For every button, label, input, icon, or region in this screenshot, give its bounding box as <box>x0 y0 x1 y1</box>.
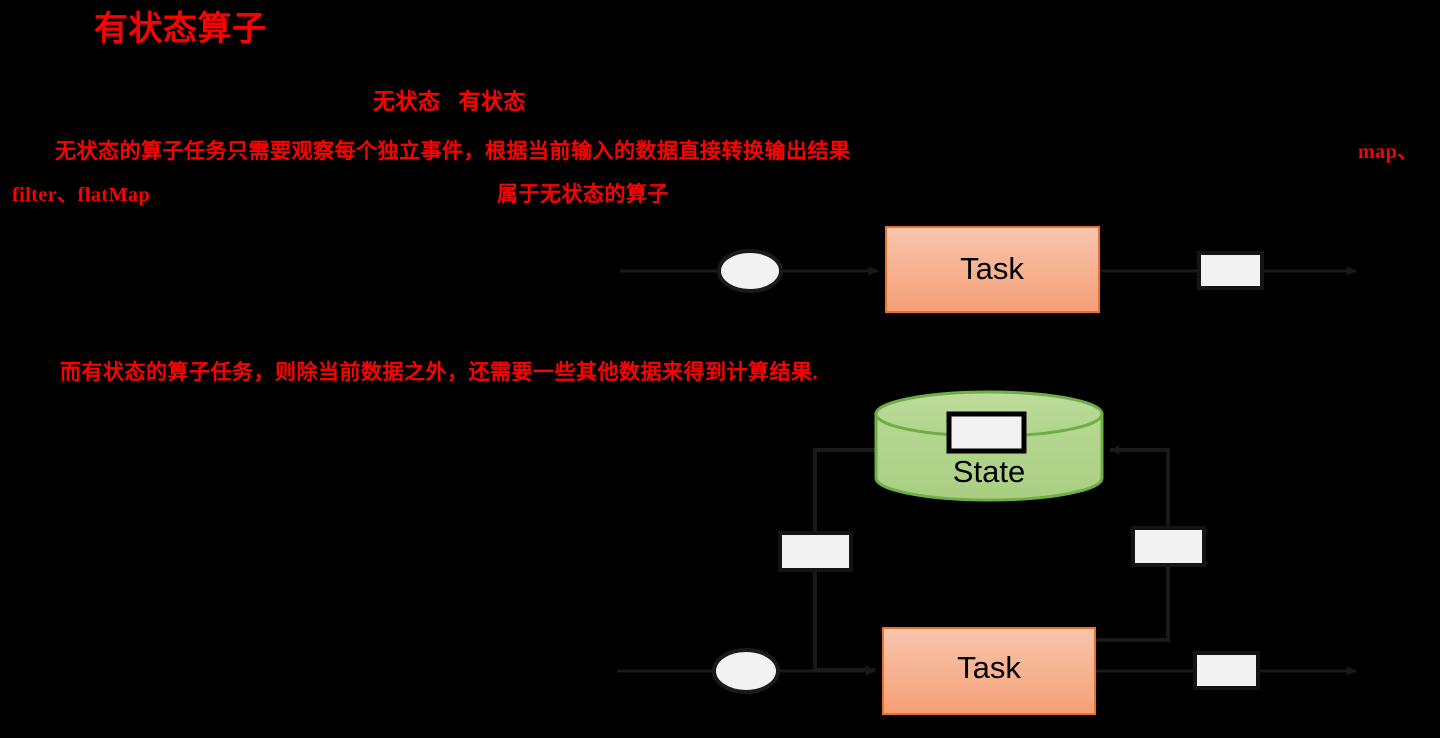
edge-task-to-state <box>1095 445 1170 642</box>
state-read-badge <box>778 531 853 572</box>
stateless-description-line-1: 无状态的算子任务只需要观察每个独立事件，根据当前输入的数据直接转换输出结果 <box>55 139 851 163</box>
stateless-output-box <box>1197 251 1264 290</box>
stateless-task-label: Task <box>960 251 1024 286</box>
stateful-output-box <box>1193 651 1260 690</box>
stateless-source-ellipse <box>717 249 783 293</box>
state-badge-box <box>946 411 1027 454</box>
stateful-diagram: State Task <box>617 390 1357 715</box>
stateful-task-box <box>882 627 1096 715</box>
stateless-diagram: Task <box>620 226 1357 313</box>
page-title: 有状态算子 <box>94 11 267 48</box>
stateless-operators-map: map、 <box>1358 141 1418 163</box>
state-write-badge <box>1131 526 1206 567</box>
stateless-operators-filter-flatmap: filter、flatMap <box>12 184 151 206</box>
stateless-operators-note: 属于无状态的算子 <box>497 182 669 206</box>
stateful-task-label: Task <box>957 650 1021 685</box>
stateless-stateful-labels: 无状态 有状态 <box>373 89 527 114</box>
stateless-task-box <box>885 226 1100 313</box>
stateful-description-line-1: 而有状态的算子任务，则除当前数据之外，还需要一些其他数据来得到计算结果. <box>60 360 819 384</box>
state-cylinder <box>874 390 1104 502</box>
stateful-source-ellipse <box>712 648 780 694</box>
state-label: State <box>953 454 1025 489</box>
slide-canvas: 有状态算子 无状态 有状态 无状态的算子任务只需要观察每个独立事件，根据当前输入… <box>0 0 1440 738</box>
edge-state-to-task <box>813 448 878 675</box>
